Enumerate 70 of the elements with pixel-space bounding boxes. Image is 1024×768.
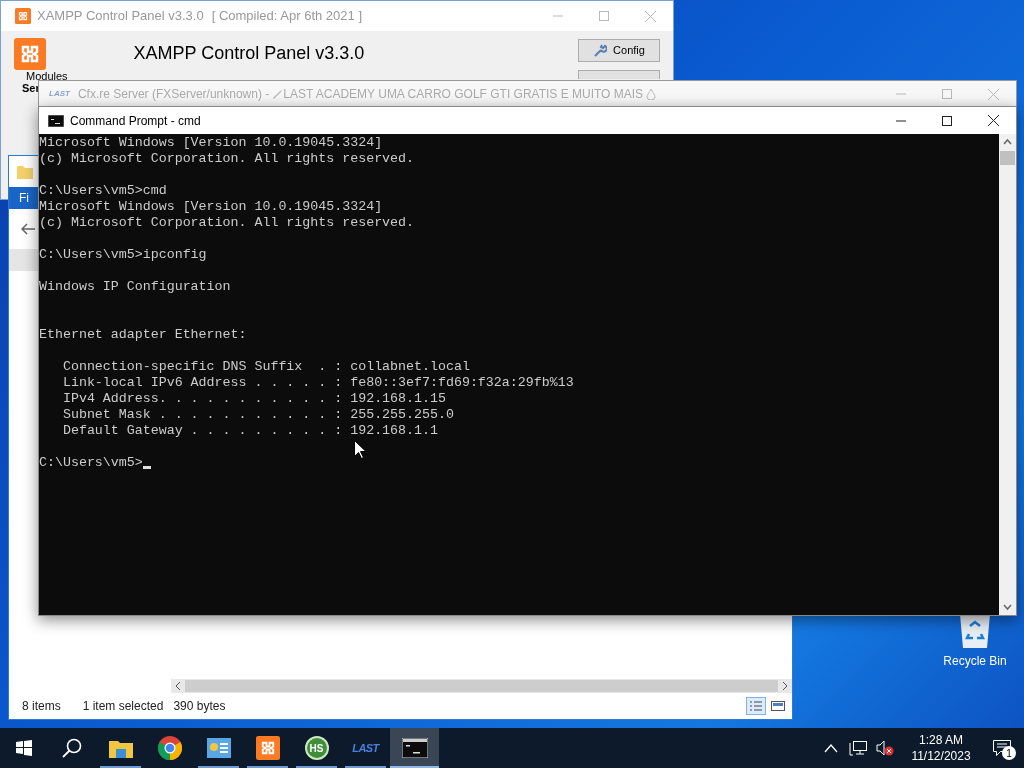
scrollbar-thumb[interactable]: [1000, 151, 1015, 165]
console-icon: [48, 114, 64, 127]
console-line: C:\Users\vm5>: [39, 455, 143, 471]
app-logo: LAST: [352, 740, 379, 756]
browser-icon: [157, 736, 182, 760]
notifications-button[interactable]: 1: [980, 728, 1024, 768]
folder-icon: [17, 164, 33, 179]
app-heading: XAMPP Control Panel v3.3.0: [133, 42, 365, 65]
taskbar-app[interactable]: [390, 728, 439, 768]
modules-label: Modules: [26, 70, 68, 82]
status-text: 8 items: [22, 698, 61, 715]
close-icon: [987, 115, 999, 126]
xampp-logo: [14, 38, 46, 70]
console-line: Windows IP Configuration: [39, 279, 231, 295]
console-line: (c) Microsoft Corporation. All rights reserved.: [39, 151, 415, 167]
status-text: 1 item selected: [82, 698, 164, 715]
xampp-icon: [255, 736, 280, 760]
folder-icon: [108, 738, 133, 758]
vertical-scrollbar[interactable]: [999, 134, 1016, 615]
volume-muted-icon[interactable]: [876, 740, 894, 756]
window-title: LAST ACADEMY UMA CARRO GOLF GTI GRATIS E MUITO MAIS: [283, 86, 644, 103]
large-icons-view-icon[interactable]: [770, 699, 786, 713]
maximize-icon: [942, 89, 952, 99]
drop-icon: [646, 88, 657, 100]
maximize-icon: [942, 115, 952, 126]
file-tab[interactable]: Fi: [9, 187, 39, 209]
list-item-highlight[interactable]: [9, 249, 39, 271]
window-title: Command Prompt - cmd: [70, 112, 201, 130]
notification-count: 1: [1002, 746, 1016, 760]
taskbar-app[interactable]: LAST: [341, 728, 390, 768]
console-line: Ethernet adapter Ethernet:: [39, 327, 247, 343]
window-subtitle: [ Compiled: Apr 6th 2021 ]: [211, 7, 362, 26]
console-line: (c) Microsoft Corporation. All rights reserved.: [39, 215, 415, 231]
config-button[interactable]: Config: [578, 39, 660, 62]
clock-date: 11/12/2023: [911, 748, 971, 764]
clock[interactable]: 1:28 AM 11/12/2023: [902, 732, 980, 764]
text-cursor: [142, 466, 151, 469]
search-icon: [62, 738, 82, 758]
console-icon: [401, 738, 428, 758]
app-icon: HS: [304, 736, 329, 760]
close-icon: [987, 88, 999, 100]
window-title: Cfx.re Server (FXServer/unknown) -: [77, 86, 270, 103]
windows-logo-icon: [16, 740, 32, 756]
chevron-up-icon[interactable]: [824, 743, 838, 753]
network-icon[interactable]: [849, 740, 867, 756]
console-line: Link-local IPv6 Address . . . . . : fe80::3ef7:fd69:f32a:29fb%13: [61, 375, 574, 391]
console-line: Microsoft Windows [Version 10.0.19045.3324]: [39, 199, 383, 215]
console-line: Microsoft Windows [Version 10.0.19045.3324]: [39, 135, 383, 151]
window-title: XAMPP Control Panel v3.3.0: [37, 7, 204, 26]
console-line: C:\Users\vm5>cmd: [39, 183, 167, 199]
console-line: C:\Users\vm5>ipconfig: [39, 247, 207, 263]
xampp-icon: [15, 8, 31, 24]
console-line: IPv4 Address. . . . . . . . . . . : 192.168.1.15: [61, 391, 446, 407]
status-text: 390 bytes: [173, 698, 226, 715]
column-header: Ser: [22, 82, 40, 94]
back-arrow-icon[interactable]: [21, 223, 35, 235]
mouse-pointer-icon: [354, 440, 366, 459]
app-logo: LAST: [49, 88, 70, 100]
taskbar-app[interactable]: HS: [292, 728, 341, 768]
console-line: Connection-specific DNS Suffix . : collabnet.local: [61, 359, 470, 375]
console-line: Default Gateway . . . . . . . . . : 192.168.1.1: [61, 423, 438, 439]
console-line: Subnet Mask . . . . . . . . . . . : 255.255.255.0: [61, 407, 454, 423]
message-icon: [993, 740, 1011, 756]
scrollbar-thumb[interactable]: [185, 680, 778, 692]
wrench-icon: [593, 43, 608, 58]
close-icon: [644, 10, 656, 22]
clock-time: 1:28 AM: [919, 732, 963, 748]
maximize-icon: [599, 11, 609, 21]
dashboard-icon: [206, 738, 231, 758]
recycle-bin-label[interactable]: Recycle Bin: [943, 652, 1007, 670]
